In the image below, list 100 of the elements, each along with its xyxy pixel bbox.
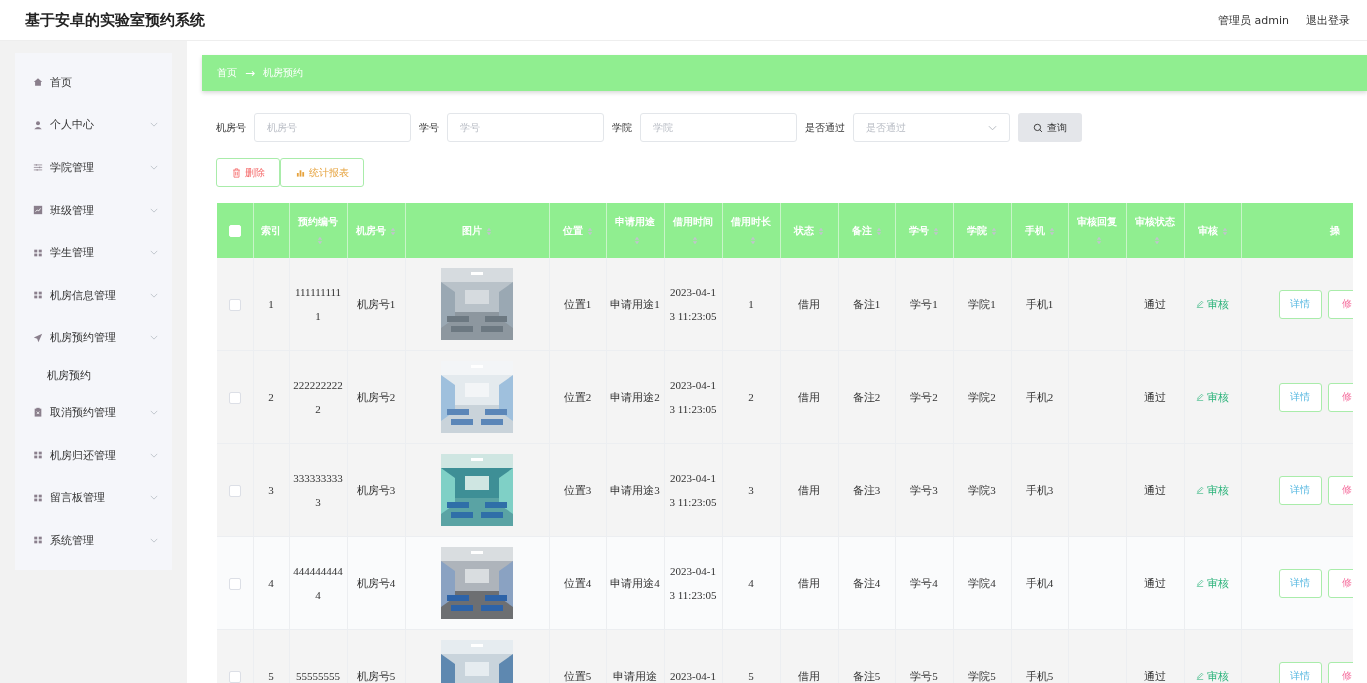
sort-icon[interactable] <box>991 226 997 236</box>
sort-icon[interactable] <box>317 236 323 245</box>
sidebar-item[interactable]: 留言板管理 <box>15 476 172 519</box>
sidebar-item[interactable]: 个人中心 <box>15 103 172 147</box>
sidebar-item[interactable]: 机房信息管理 <box>15 273 172 317</box>
table-cell: 机房号3 <box>356 484 396 496</box>
column-header[interactable]: 位置 <box>549 203 606 258</box>
column-header[interactable]: 手机 <box>1011 203 1068 258</box>
column-header[interactable]: 申请用途 <box>606 203 664 258</box>
review-link[interactable]: 审核 <box>1196 292 1229 316</box>
sidebar-item[interactable]: 机房预约管理 <box>15 316 172 360</box>
pencil-icon <box>1196 300 1204 308</box>
grid-icon <box>33 247 43 258</box>
sort-icon[interactable] <box>875 226 882 236</box>
review-link[interactable]: 审核 <box>1196 385 1229 409</box>
sort-icon[interactable] <box>634 236 640 245</box>
column-header[interactable]: 备注 <box>838 203 895 258</box>
row-checkbox[interactable] <box>228 485 241 498</box>
table-cell: 申请用途 <box>613 670 657 682</box>
select-all-checkbox[interactable] <box>228 225 241 237</box>
edit-button[interactable]: 修 <box>1327 475 1353 505</box>
sort-icon[interactable] <box>750 236 756 245</box>
table-cell: 借用 <box>798 391 820 403</box>
report-button[interactable]: 统计报表 <box>280 158 364 187</box>
chevron-down-icon <box>150 165 158 170</box>
sidebar-item[interactable]: 班级管理 <box>15 188 172 232</box>
sort-icon[interactable] <box>1096 236 1102 245</box>
row-checkbox[interactable] <box>228 299 241 312</box>
sort-icon[interactable] <box>692 236 698 245</box>
column-header[interactable]: 预约编号 <box>289 203 347 258</box>
details-button[interactable]: 详情 <box>1278 568 1322 598</box>
table-cell: 手机3 <box>1025 484 1054 496</box>
table-cell: 位置1 <box>563 298 592 310</box>
row-checkbox[interactable] <box>228 671 241 683</box>
sort-icon[interactable] <box>933 226 939 236</box>
review-link[interactable]: 审核 <box>1196 478 1229 502</box>
sort-icon[interactable] <box>1154 236 1160 245</box>
chevron-down-icon <box>988 124 997 131</box>
table-cell: 备注4 <box>852 577 881 589</box>
details-button[interactable]: 详情 <box>1278 661 1322 683</box>
trash-icon <box>231 167 241 178</box>
column-header[interactable]: 审核状态 <box>1126 203 1184 258</box>
details-button[interactable]: 详情 <box>1278 475 1322 505</box>
review-link[interactable]: 审核 <box>1196 571 1229 595</box>
column-header[interactable]: 审核回复 <box>1068 203 1126 258</box>
sidebar-item[interactable]: 首页 <box>15 61 172 104</box>
sort-icon[interactable] <box>390 226 396 236</box>
sort-icon[interactable] <box>818 226 824 236</box>
column-header[interactable]: 学号 <box>895 203 953 258</box>
edit-button[interactable]: 修 <box>1327 382 1353 412</box>
details-button[interactable]: 详情 <box>1278 289 1322 319</box>
table-cell: 学号4 <box>910 577 938 589</box>
field-label: 是否通过 <box>805 120 845 135</box>
breadcrumb-item[interactable]: 首页 <box>217 66 237 80</box>
sidebar-item[interactable]: 学生管理 <box>15 231 172 274</box>
row-checkbox[interactable] <box>228 578 241 591</box>
clip-icon <box>33 407 43 418</box>
column-header[interactable]: 图片 <box>405 203 549 258</box>
table-cell: 2 <box>748 391 754 403</box>
table-cell: 通过 <box>1144 391 1166 403</box>
column-header[interactable]: 学院 <box>953 203 1011 258</box>
search-button[interactable]: 查询 <box>1018 113 1082 142</box>
edit-button[interactable]: 修 <box>1327 568 1353 598</box>
search-field[interactable]: 机房号 <box>254 113 411 142</box>
row-checkbox[interactable] <box>228 392 241 405</box>
table-cell: 4444444444 <box>293 565 343 601</box>
send-icon <box>33 332 43 343</box>
column-header[interactable]: 借用时间 <box>664 203 722 258</box>
table-cell: 备注3 <box>852 484 881 496</box>
sort-icon[interactable] <box>586 226 593 236</box>
field-label: 学号 <box>419 120 439 135</box>
grid-icon <box>33 290 43 301</box>
logout-link[interactable]: 退出登录 <box>1306 12 1350 28</box>
search-field[interactable]: 学号 <box>447 113 604 142</box>
column-header[interactable]: 审核 <box>1184 203 1241 258</box>
sidebar-item[interactable]: 学院管理 <box>15 146 172 189</box>
sort-icon[interactable] <box>1221 226 1228 236</box>
details-button[interactable]: 详情 <box>1278 382 1322 412</box>
sidebar-subitem[interactable]: 机房预约 <box>15 359 172 392</box>
user-label: 管理员 admin <box>1218 12 1289 28</box>
breadcrumb-item[interactable]: 机房预约 <box>263 66 304 80</box>
column-header[interactable]: 操 <box>1241 203 1353 258</box>
table-cell: 借用 <box>798 484 820 496</box>
edit-button[interactable]: 修 <box>1327 289 1353 319</box>
column-header[interactable]: 机房号 <box>347 203 405 258</box>
column-header[interactable]: 状态 <box>780 203 838 258</box>
sidebar-item[interactable]: 系统管理 <box>15 518 172 562</box>
edit-button[interactable]: 修 <box>1327 661 1353 683</box>
table-cell: 1 <box>748 298 754 310</box>
chevron-down-icon <box>150 122 158 128</box>
sidebar-item[interactable]: 机房归还管理 <box>15 433 172 477</box>
column-header[interactable]: 索引 <box>253 203 289 258</box>
sort-icon[interactable] <box>486 226 492 236</box>
table-cell: 2023-04-13 11:23:05 <box>669 565 717 601</box>
column-header[interactable]: 借用时长 <box>722 203 780 258</box>
sidebar-item[interactable]: 取消预约管理 <box>15 391 172 434</box>
sort-icon[interactable] <box>1048 226 1055 236</box>
home-icon <box>33 77 43 88</box>
select-field[interactable]: 是否通过 <box>853 113 1010 142</box>
delete-button[interactable]: 删除 <box>216 158 280 187</box>
